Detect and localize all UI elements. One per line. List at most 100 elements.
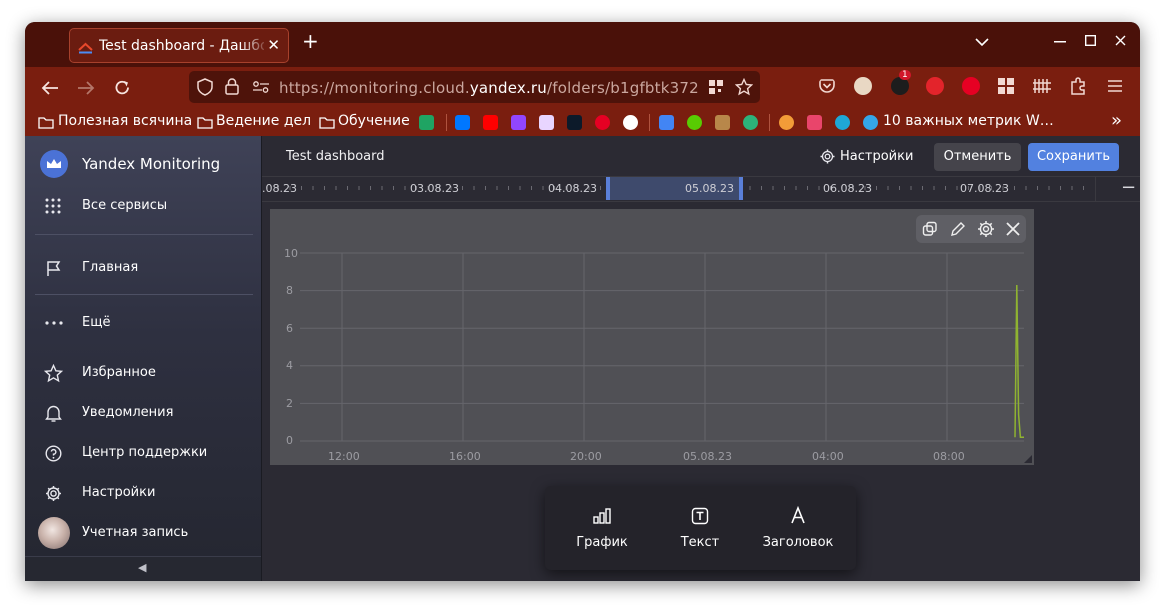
site-permissions-icon[interactable] <box>252 81 270 93</box>
bell-icon <box>45 405 62 422</box>
gear-icon <box>46 486 61 501</box>
sidebar-item-label: Центр поддержки <box>82 445 208 460</box>
sidebar-item-favorites[interactable]: Избранное <box>25 359 261 389</box>
pinterest-bookmark-icon[interactable] <box>595 115 610 130</box>
main-content: Test dashboard Настройки Отменить Сохран… <box>262 136 1140 581</box>
close-window-icon[interactable] <box>1115 35 1126 46</box>
adblock-icon[interactable] <box>926 77 944 95</box>
dashboard-settings-button[interactable]: Настройки <box>814 143 914 171</box>
bars-extension-icon[interactable] <box>1033 77 1051 95</box>
sidebar-item-more[interactable]: Ещё <box>25 309 261 339</box>
text-icon <box>691 507 709 525</box>
y-axis-tick: 0 <box>286 434 293 447</box>
sidebar-item-all-services[interactable]: Все сервисы <box>25 192 261 222</box>
bookmark-delta-icon[interactable] <box>567 115 582 130</box>
timeline-label: 04.08.23 <box>548 182 597 195</box>
sidebar-item-label: Избранное <box>82 365 156 380</box>
add-chart-button[interactable]: График <box>552 486 652 570</box>
add-title-label: Заголовок <box>762 535 834 550</box>
chart-icon <box>593 508 611 524</box>
tab-close-icon[interactable]: ✕ <box>267 36 280 54</box>
tab-strip: Test dashboard - Дашборды ✕ + <box>25 22 1140 67</box>
flag-icon <box>47 261 61 276</box>
bookmarks-bar: Полезная всячина Ведение дел Обучение 10… <box>25 109 1140 136</box>
x-axis-tick: 12:00 <box>328 450 360 463</box>
new-tab-button[interactable]: + <box>302 31 319 51</box>
bookmark-folder-useful[interactable]: Полезная всячина <box>58 113 192 129</box>
pocket-icon[interactable] <box>818 77 836 95</box>
resize-handle-icon[interactable] <box>1024 455 1032 463</box>
qr-code-icon[interactable] <box>708 79 724 95</box>
twitch-icon[interactable] <box>511 115 526 130</box>
y-axis-tick: 10 <box>284 247 298 260</box>
google-translate-icon[interactable] <box>659 115 674 130</box>
timeline-label: 07.08.23 <box>960 182 1009 195</box>
browser-tab[interactable]: Test dashboard - Дашборды ✕ <box>69 28 289 63</box>
bookmark-metrics-article[interactable]: 10 важных метрик W… <box>883 113 1054 129</box>
sidebar-app-title[interactable]: Yandex Monitoring <box>25 150 261 180</box>
sidebar-item-settings[interactable]: Настройки <box>25 479 261 509</box>
sidebar-item-notifications[interactable]: Уведомления <box>25 399 261 429</box>
add-title-button[interactable]: Заголовок <box>748 486 848 570</box>
bookmark-fruit-icon[interactable] <box>779 115 794 130</box>
zoom-out-button[interactable]: − <box>1121 177 1136 198</box>
menu-hamburger-icon[interactable] <box>1106 77 1124 95</box>
title-icon <box>791 506 805 524</box>
lock-icon[interactable] <box>225 78 239 95</box>
pinterest-icon[interactable] <box>962 77 980 95</box>
sidebar: Yandex Monitoring Все сервисы Главная Ещ… <box>25 136 262 581</box>
url-bar[interactable]: https://monitoring.cloud.yandex.ru/folde… <box>189 71 760 103</box>
folder-icon <box>319 117 335 129</box>
y-axis-tick: 2 <box>286 397 293 410</box>
duolingo-icon[interactable] <box>687 115 702 130</box>
minimize-icon[interactable] <box>1054 41 1066 43</box>
back-arrow-icon[interactable] <box>41 80 59 96</box>
cancel-button[interactable]: Отменить <box>934 143 1021 171</box>
google-drive-icon[interactable] <box>419 115 434 130</box>
maximize-icon[interactable] <box>1085 35 1096 46</box>
grid-extension-icon[interactable] <box>997 77 1015 95</box>
folder-icon <box>38 117 54 129</box>
shield-icon[interactable] <box>197 78 213 96</box>
bookmark-alert-icon[interactable] <box>743 115 758 130</box>
sidebar-item-support[interactable]: Центр поддержки <box>25 439 261 469</box>
folder-icon <box>197 117 213 129</box>
bookmark-brush-icon[interactable] <box>715 115 730 130</box>
bookmark-app-icon[interactable] <box>539 115 554 130</box>
bookmark-globe-icon[interactable] <box>863 115 878 130</box>
bookmark-folder-learning[interactable]: Обучение <box>338 113 410 129</box>
bookmark-folder-business[interactable]: Ведение дел <box>216 113 311 129</box>
sidebar-item-home[interactable]: Главная <box>25 254 261 284</box>
sidebar-item-label: Настройки <box>82 485 156 500</box>
y-axis-tick: 4 <box>286 359 293 372</box>
reload-icon[interactable] <box>114 79 131 96</box>
dashboard-title: Test dashboard <box>286 149 385 164</box>
extensions-puzzle-icon[interactable] <box>1069 77 1087 95</box>
extension-cookie-icon[interactable] <box>854 77 872 95</box>
extension-badge: 1 <box>899 70 911 80</box>
forward-arrow-icon[interactable] <box>77 80 95 96</box>
tab-list-chevron-icon[interactable] <box>975 37 989 47</box>
save-button[interactable]: Сохранить <box>1028 143 1119 171</box>
gear-icon <box>820 149 835 164</box>
bookmarks-overflow-icon[interactable]: » <box>1111 110 1122 131</box>
range-handle-left[interactable] <box>606 177 610 200</box>
time-range-slider[interactable]: .08.23 03.08.23 04.08.23 05.08.23 06.08.… <box>262 177 1140 202</box>
add-text-button[interactable]: Текст <box>650 486 750 570</box>
bookmark-plus-icon[interactable] <box>835 115 850 130</box>
sidebar-item-account[interactable]: Учетная запись <box>25 517 261 549</box>
vk-icon[interactable] <box>455 115 470 130</box>
bookmark-separator <box>649 114 650 131</box>
sidebar-collapse-button[interactable]: ◀ <box>25 556 261 581</box>
url-domain: yandex.ru <box>469 79 547 97</box>
chart-widget[interactable]: 10 8 6 4 2 0 12:00 16:00 20:00 05.08.23 … <box>270 209 1034 465</box>
youtube-icon[interactable] <box>483 115 498 130</box>
bookmark-timer-icon[interactable] <box>807 115 822 130</box>
bookmark-star-icon[interactable] <box>735 78 753 96</box>
more-dots-icon <box>45 321 63 325</box>
range-handle-right[interactable] <box>739 177 743 200</box>
sidebar-item-label: Ещё <box>82 315 111 330</box>
grid-dots-icon <box>45 198 61 214</box>
url-path: /folders/b1gfbtk3726lm0 <box>547 79 699 97</box>
google-icon[interactable] <box>623 115 638 130</box>
